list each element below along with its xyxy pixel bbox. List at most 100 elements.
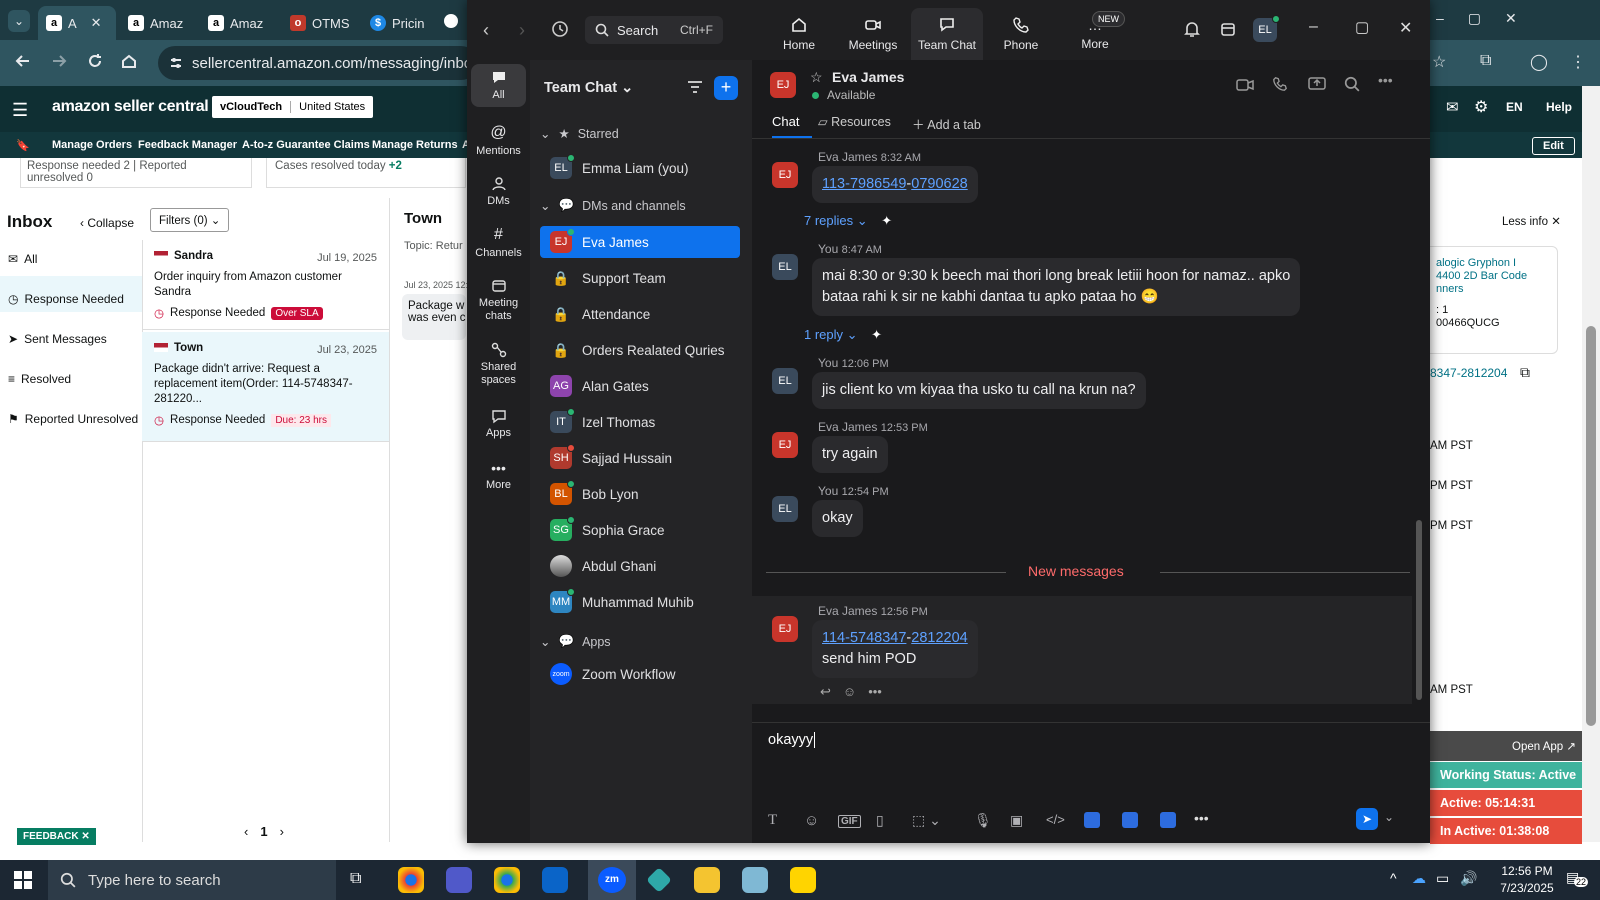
search-icon[interactable] [1344,76,1360,92]
more-tools-icon[interactable]: ••• [1194,810,1209,826]
dms-section-header[interactable]: ⌄ 💬 DMs and channels [540,198,686,213]
pagination[interactable]: ‹ 1 › [244,824,284,839]
screenshot-icon[interactable]: ⬚ ⌄ [912,812,941,829]
video-message-icon[interactable]: ▣ [1010,812,1023,829]
scrollbar-thumb[interactable] [1586,326,1596,726]
nav-atoz-claims[interactable]: A-to-z Guarantee Claims [242,139,370,151]
replies-link[interactable]: 1 reply ⌄ ✦ [804,327,882,343]
order-link[interactable]: 0790628 [911,176,967,192]
chat-item-bob-lyon[interactable]: BL Bob Lyon [540,478,740,510]
gear-icon[interactable]: ⚙ [1474,97,1488,117]
browser-menu-icon[interactable]: ⋮ [1570,52,1586,72]
filter-icon[interactable] [686,78,704,96]
open-app-button[interactable]: Open App ↗ [1512,739,1576,753]
replies-link[interactable]: 7 replies ⌄ ✦ [804,213,892,229]
tab-search-chevron-icon[interactable]: ⌄ [8,10,30,32]
order-link[interactable]: 2812204 [911,630,967,646]
format-text-icon[interactable]: T [768,812,777,829]
filters-button[interactable]: Filters (0) ⌄ [150,208,230,232]
star-outline-icon[interactable]: ☆ [810,69,823,86]
order-id-link[interactable]: 8347-2812204 [1430,366,1507,380]
contact-name[interactable]: Eva James [832,69,904,85]
profile-icon[interactable]: ◯ [1530,52,1548,72]
tab-team-chat[interactable]: Team Chat [911,8,983,60]
folder-response-needed[interactable]: ◷ Response Needed [8,292,124,306]
chat-item-support-team[interactable]: 🔒 Support Team [540,262,740,294]
edit-button[interactable]: Edit [1532,137,1575,155]
browser-tab-5[interactable]: $ Pricin [362,6,440,40]
notification-center-icon[interactable]: ▤ 22 [1566,869,1589,887]
ai-sparkle-icon[interactable]: ✦ [881,213,892,228]
contact-avatar[interactable]: EJ [770,72,796,98]
product-title[interactable]: 4400 2D Bar Code [1436,270,1551,283]
notepad-icon[interactable] [742,867,768,893]
whiteboard-app-icon[interactable] [1084,812,1100,828]
compose-input[interactable]: okayyy [768,732,1408,802]
tab-meetings[interactable]: Meetings [837,8,909,60]
next-page-icon[interactable]: › [280,824,284,839]
product-title[interactable]: alogic Gryphon I [1436,257,1551,270]
emoji-reaction-icon[interactable]: ☺ [843,684,856,700]
product-title[interactable]: nners [1436,283,1551,296]
tab-chat[interactable]: Chat [772,114,812,138]
nav-feedback-manager[interactable]: Feedback Manager [138,139,237,151]
tab-phone[interactable]: Phone [985,8,1057,60]
hamburger-menu-icon[interactable]: ☰ [12,100,28,121]
chrome-icon[interactable] [398,867,424,893]
home-icon[interactable] [120,52,138,70]
chat-item-abdul-ghani[interactable]: Abdul Ghani [540,550,740,582]
close-icon[interactable]: ✕ [1399,18,1412,38]
chrome-profile-icon[interactable] [494,867,520,893]
collapse-button[interactable]: ‹ Collapse [80,216,134,230]
rail-shared-spaces[interactable]: Shared spaces [471,342,526,387]
onedrive-icon[interactable]: ☁ [1412,870,1426,887]
microphone-icon[interactable]: 🎙 [974,812,992,829]
folder-reported-unresolved[interactable]: ⚑ Reported Unresolved [8,412,138,426]
browser-tab-2[interactable]: a Amaz [120,6,198,40]
add-tab-button[interactable]: ＋ Add a tab [912,114,981,133]
order-link[interactable]: 114-5748347 [822,630,906,646]
mail-icon[interactable]: ✉ [1446,98,1459,116]
chat-item-izel-thomas[interactable]: IT Izel Thomas [540,406,740,438]
maximize-icon[interactable]: ▢ [1355,18,1369,36]
tab-favicon-icon[interactable] [444,14,458,28]
file-explorer-icon[interactable] [694,867,720,893]
gif-icon[interactable]: GIF [838,815,861,828]
tab-home[interactable]: Home [763,8,835,60]
zoom-forward-icon[interactable]: › [519,20,525,41]
chat-scrollbar[interactable] [1416,140,1422,766]
message-bubble[interactable]: try again [812,436,888,473]
apps-section-header[interactable]: ⌄ 💬 Apps [540,634,611,649]
app-diamond-icon[interactable] [646,867,672,893]
thread-card[interactable]: Sandra Jul 19, 2025 Order inquiry from A… [142,240,389,330]
calendar-icon[interactable] [1219,20,1237,38]
chat-item-orders-queries[interactable]: 🔒 Orders Realated Quries [540,334,740,366]
rail-more[interactable]: ••• More [471,460,526,491]
nav-manage-orders[interactable]: Manage Orders [52,139,132,151]
notes-app-icon[interactable] [1122,812,1138,828]
chat-item-attendance[interactable]: 🔒 Attendance [540,298,740,330]
chat-item-muhammad-muhib[interactable]: MM Muhammad Muhib [540,586,740,618]
new-chat-plus-icon[interactable]: + [714,76,738,100]
copy-icon[interactable]: ⧉ [1520,364,1530,381]
bell-icon[interactable] [1183,20,1201,38]
less-info-button[interactable]: Less info ✕ [1502,214,1561,228]
bookmark-icon[interactable]: 🔖 [16,139,30,152]
rail-meeting-chats[interactable]: Meeting chats [471,278,526,323]
more-options-icon[interactable]: ••• [1378,72,1393,88]
amazon-logo[interactable]: amazon seller central [52,98,209,116]
reload-icon[interactable] [86,52,104,70]
site-info-icon[interactable] [168,55,184,71]
message-bubble[interactable]: okay [812,500,863,537]
scrollbar-thumb[interactable] [1416,520,1422,700]
send-button[interactable]: ➤ [1356,808,1378,830]
volume-icon[interactable]: 🔊 [1460,870,1477,887]
account-switcher[interactable]: vCloudTech United States [212,96,374,118]
phone-icon[interactable] [1272,76,1288,92]
browser-tab-1[interactable]: a A ✕ [38,6,116,40]
tab-resources[interactable]: ▱ Resources [818,114,891,129]
code-snippet-icon[interactable]: </> [1046,812,1065,827]
chat-item-emma-liam[interactable]: EL Emma Liam (you) [540,152,740,184]
close-tab-icon[interactable]: ✕ [91,15,102,31]
bookmark-star-icon[interactable]: ☆ [1432,52,1446,72]
